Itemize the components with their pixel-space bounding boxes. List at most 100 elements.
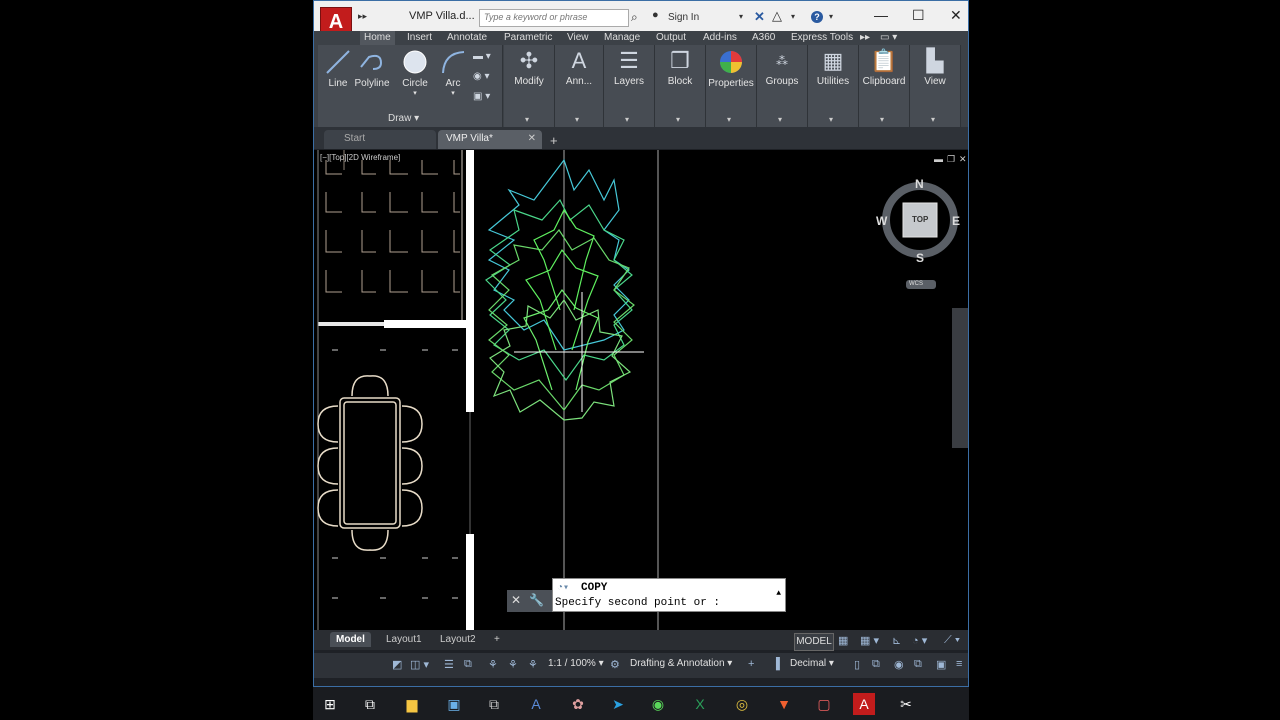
close-icon[interactable]: ✕ — [511, 593, 521, 607]
chevron-down-icon[interactable]: ▾ — [829, 12, 833, 21]
new-tab-icon[interactable]: + — [550, 133, 558, 148]
properties-button[interactable]: Properties — [708, 49, 754, 89]
search-input[interactable]: Type a keyword or phrase — [479, 9, 629, 27]
viewcube-south[interactable]: S — [916, 251, 924, 265]
tab-output[interactable]: Output — [656, 31, 686, 45]
command-line-grip[interactable]: ✕ 🔧 — [507, 590, 552, 612]
utilities-button[interactable]: ▦ Utilities — [812, 49, 854, 88]
viewcube-east[interactable]: E — [952, 214, 960, 228]
command-line[interactable]: ◔▾ COPY Specify second point or : ▲ — [552, 578, 786, 612]
annotation-button[interactable]: A Ann... — [559, 49, 599, 88]
isolate-icon[interactable]: ◉ — [894, 658, 904, 671]
rectangle-icon[interactable]: ▬ ▾ — [473, 51, 491, 62]
folder-icon[interactable]: ▆ — [401, 693, 423, 715]
annotation-scale-icon[interactable]: ⚘ — [528, 658, 538, 671]
user-icon[interactable]: ● — [652, 9, 659, 21]
chrome-icon[interactable]: ◎ — [731, 693, 753, 715]
lineweight-icon[interactable]: ☰ — [444, 658, 454, 671]
viewcube-west[interactable]: W — [876, 214, 887, 228]
block-button[interactable]: ❒ Block — [659, 49, 701, 88]
circle-button[interactable]: Circle ▾ — [400, 49, 430, 97]
app-icon[interactable]: ⧉ — [483, 693, 505, 715]
layers-button[interactable]: ☰ Layers — [608, 49, 650, 88]
viewcube-north[interactable]: N — [915, 177, 924, 191]
ribbon-options-icon[interactable]: ▭ ▾ — [880, 31, 897, 45]
chevron-down-icon[interactable]: ▾ — [625, 115, 629, 124]
hatch-icon[interactable]: ◉ ▾ — [473, 71, 490, 82]
quick-properties-icon[interactable]: ▯ — [854, 658, 860, 671]
telegram-icon[interactable]: ➤ — [607, 693, 629, 715]
chevron-down-icon[interactable]: ▾ — [931, 115, 935, 124]
grid-icon[interactable]: ▦ — [838, 634, 848, 647]
autocad-alt-icon[interactable]: A — [525, 693, 547, 715]
chevron-up-icon[interactable]: ▲ — [776, 589, 781, 598]
polar-icon[interactable]: ◔ ▾ — [912, 634, 927, 647]
autoscale-icon[interactable]: ⚘ — [508, 658, 518, 671]
chevron-down-icon[interactable]: ▾ — [791, 12, 795, 21]
app-icon[interactable]: ▣ — [443, 693, 465, 715]
drawing-canvas[interactable]: [−][Top][2D Wireframe] ▬ ❐ ✕ TOP N S E W… — [314, 150, 968, 630]
chevron-down-icon[interactable]: ▾ — [575, 115, 579, 124]
windows-start-icon[interactable]: ⊞ — [319, 693, 341, 715]
lock-ui-icon[interactable]: ⧉ — [872, 658, 880, 671]
tab-model[interactable]: Model — [330, 632, 371, 647]
sign-in-link[interactable]: Sign In — [668, 12, 699, 23]
task-view-icon[interactable]: ⧉ — [359, 693, 381, 715]
clean-screen-icon[interactable]: ▣ — [936, 658, 946, 671]
tab-vmp-villa[interactable]: VMP Villa* ✕ — [438, 130, 542, 149]
autocad-icon[interactable]: A — [853, 693, 875, 715]
isodraft-icon[interactable]: ◩ — [392, 658, 402, 671]
view-button[interactable]: ▙ View — [914, 49, 956, 88]
clipboard-button[interactable]: 📋 Clipboard — [861, 49, 907, 88]
line-button[interactable]: Line — [324, 49, 352, 89]
selection-cycling-icon[interactable]: ⧉ — [464, 658, 472, 671]
exchange-icon[interactable]: ✕ — [754, 9, 765, 25]
chevron-down-icon[interactable]: ▾ — [778, 115, 782, 124]
tab-view[interactable]: View — [567, 31, 589, 45]
more-tabs-icon[interactable]: ▸▸ — [860, 31, 870, 45]
region-icon[interactable]: ▣ ▾ — [473, 91, 490, 102]
ortho-icon[interactable]: ⊾ — [892, 634, 901, 647]
maximize-icon[interactable]: ☐ — [912, 7, 925, 24]
minimize-icon[interactable]: — — [874, 7, 888, 23]
dynamic-ucs-icon[interactable]: ◫ ▾ — [410, 658, 429, 671]
chevron-down-icon[interactable]: ▾ — [829, 115, 833, 124]
workspace-switcher[interactable]: Drafting & Annotation ▾ — [630, 658, 732, 669]
chevron-down-icon[interactable]: ▾ — [525, 115, 529, 124]
customization-icon[interactable]: ≡ — [956, 658, 962, 670]
quick-access-arrow-icon[interactable]: ▸▸ — [358, 11, 367, 22]
wechat-icon[interactable]: ◉ — [647, 693, 669, 715]
chevron-down-icon[interactable]: ▾ — [880, 115, 884, 124]
groups-button[interactable]: ⁂ Groups — [761, 49, 803, 87]
chevron-down-icon[interactable]: ▾ — [400, 89, 430, 97]
help-icon[interactable]: ? — [811, 11, 823, 23]
app-icon[interactable]: ✿ — [567, 693, 589, 715]
chevron-down-icon[interactable]: ▾ — [727, 115, 731, 124]
tab-add-ins[interactable]: Add-ins — [703, 31, 737, 45]
gear-icon[interactable]: ⚙ — [610, 658, 620, 671]
snap-icon[interactable]: ▦ ▾ — [860, 634, 879, 647]
chevron-down-icon[interactable]: ▾ — [739, 12, 743, 21]
modify-button[interactable]: ✣ Modify — [508, 49, 550, 88]
tab-manage[interactable]: Manage — [604, 31, 640, 45]
model-space-button[interactable]: MODEL — [794, 633, 834, 651]
customize-icon[interactable]: 🔧 — [529, 593, 544, 607]
navigation-bar[interactable] — [952, 308, 968, 448]
annotation-scale[interactable]: 1:1 / 100% ▾ — [548, 658, 604, 669]
brave-icon[interactable]: ▼ — [773, 693, 795, 715]
close-icon[interactable]: ✕ — [950, 7, 962, 24]
tab-start[interactable]: Start — [324, 130, 436, 149]
annotation-visibility-icon[interactable]: ⚘ — [488, 658, 498, 671]
tab-insert[interactable]: Insert — [407, 31, 432, 45]
chevron-down-icon[interactable]: ▾ — [440, 89, 466, 97]
tab-express-tools[interactable]: Express Tools — [791, 31, 853, 45]
tab-layout1[interactable]: Layout1 — [380, 632, 428, 647]
plus-icon[interactable]: + — [748, 658, 754, 670]
close-tab-icon[interactable]: ✕ — [528, 130, 536, 148]
tab-layout2[interactable]: Layout2 — [434, 632, 482, 647]
tab-annotate[interactable]: Annotate — [447, 31, 487, 45]
osnap-icon[interactable]: ⟋ ▾ — [944, 634, 960, 647]
chevron-down-icon[interactable]: ▾ — [676, 115, 680, 124]
app-icon[interactable]: ▢ — [813, 693, 835, 715]
hardware-acceleration-icon[interactable]: ⧉ — [914, 658, 922, 671]
